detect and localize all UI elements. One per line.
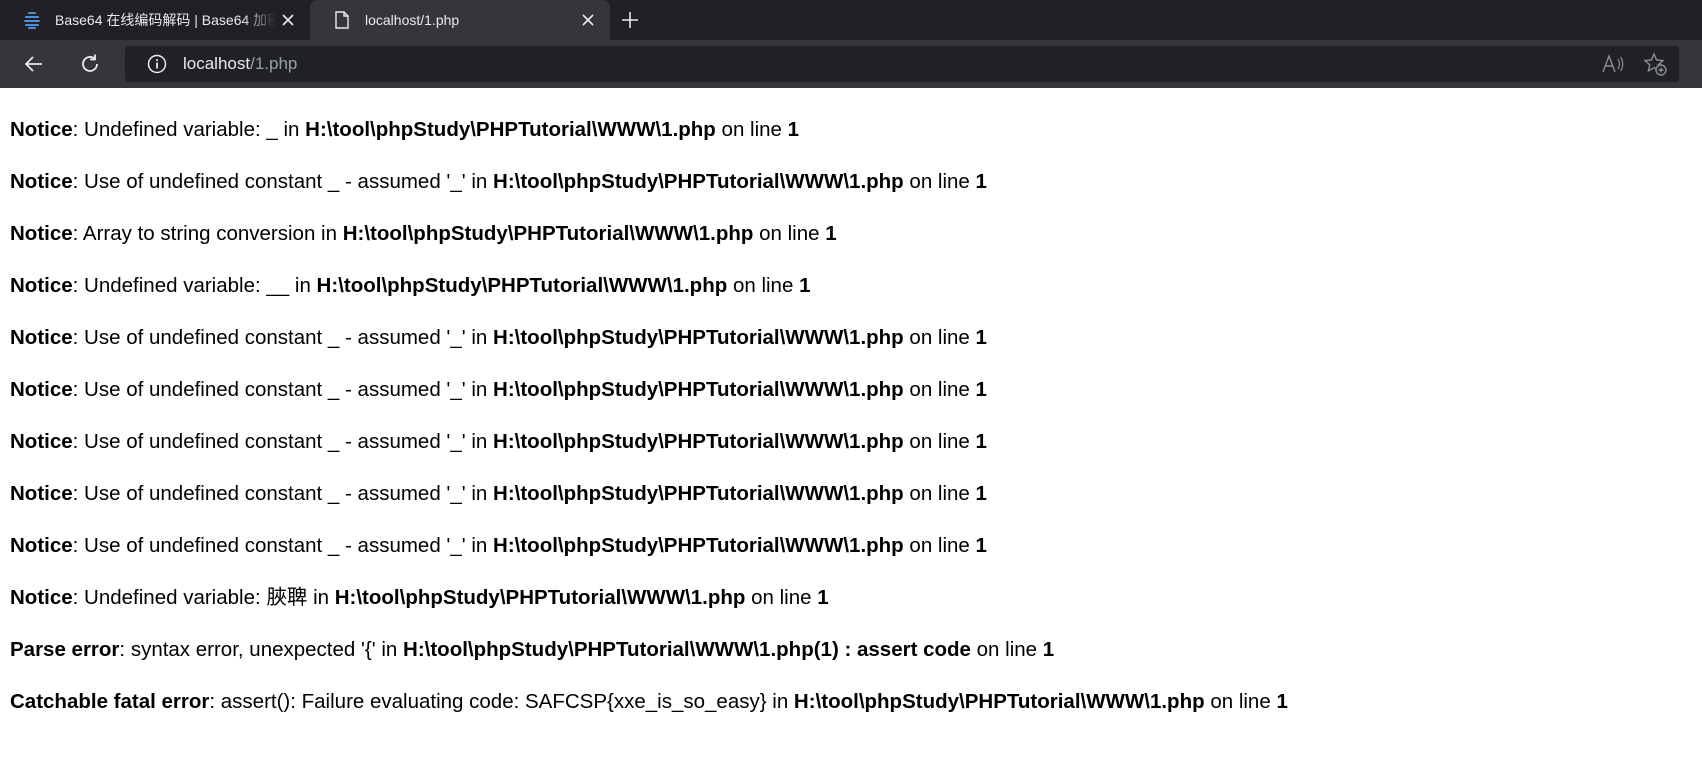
message-text: : Use of undefined constant _ - assumed … xyxy=(72,378,494,401)
php-message: Parse error: syntax error, unexpected '{… xyxy=(10,624,1690,676)
message-file: H:\tool\phpStudy\PHPTutorial\WWW\1.php xyxy=(316,274,728,297)
message-file: H:\tool\phpStudy\PHPTutorial\WWW\1.php xyxy=(493,482,904,505)
message-line-number: 1 xyxy=(975,326,987,349)
close-icon[interactable] xyxy=(576,8,600,32)
message-file: H:\tool\phpStudy\PHPTutorial\WWW\1.php xyxy=(334,586,746,609)
url-host: localhost xyxy=(183,54,251,73)
message-text: : syntax error, unexpected '{' in xyxy=(119,638,404,661)
new-tab-button[interactable] xyxy=(614,4,646,36)
message-suffix: on line xyxy=(1204,690,1277,713)
message-level: Notice xyxy=(10,170,73,193)
php-message: Notice: Use of undefined constant _ - as… xyxy=(10,416,1690,468)
message-line-number: 1 xyxy=(787,118,800,141)
reload-button[interactable] xyxy=(74,48,106,80)
message-file: H:\tool\phpStudy\PHPTutorial\WWW\1.php xyxy=(342,222,754,245)
message-suffix: on line xyxy=(903,326,976,349)
message-level: Notice xyxy=(10,534,73,557)
message-level: Notice xyxy=(10,378,73,401)
message-line-number: 1 xyxy=(975,482,987,505)
base64-site-icon xyxy=(22,10,42,30)
php-message: Notice: Use of undefined constant _ - as… xyxy=(10,468,1690,520)
add-favorite-icon[interactable] xyxy=(1637,46,1673,82)
reload-icon xyxy=(82,54,98,72)
message-level: Catchable fatal error xyxy=(10,690,210,713)
message-suffix: on line xyxy=(903,430,976,453)
message-level: Parse error xyxy=(10,638,120,661)
back-button[interactable] xyxy=(18,48,50,80)
message-text: : Use of undefined constant _ - assumed … xyxy=(72,534,494,557)
message-text: : Undefined variable: __ in xyxy=(72,274,317,297)
message-text: : Use of undefined constant _ - assumed … xyxy=(72,430,494,453)
message-line-number: 1 xyxy=(975,534,987,557)
php-message: Notice: Use of undefined constant _ - as… xyxy=(10,156,1690,208)
php-message: Notice: Undefined variable: _ in H:\tool… xyxy=(10,104,1690,156)
message-text: : Undefined variable: _ in xyxy=(72,118,306,141)
browser-toolbar: localhost/1.php xyxy=(0,40,1702,88)
message-text: : Array to string conversion in xyxy=(72,222,343,245)
message-suffix: on line xyxy=(903,534,976,557)
message-line-number: 1 xyxy=(1042,638,1055,661)
tab-title: localhost/1.php xyxy=(365,12,460,28)
php-message: Notice: Undefined variable: __ in H:\too… xyxy=(10,260,1690,312)
arrow-left-icon xyxy=(24,56,42,72)
message-line-number: 1 xyxy=(817,586,829,609)
page-content: Notice: Undefined variable: _ in H:\tool… xyxy=(10,104,1690,728)
info-icon[interactable] xyxy=(146,53,168,75)
message-line-number: 1 xyxy=(1276,690,1288,713)
message-line-number: 1 xyxy=(975,430,987,453)
php-message: Notice: Undefined variable: 脥聛 in H:\too… xyxy=(10,572,1690,624)
message-file: H:\tool\phpStudy\PHPTutorial\WWW\1.php xyxy=(305,118,716,141)
message-line-number: 1 xyxy=(975,378,987,401)
php-message: Notice: Use of undefined constant _ - as… xyxy=(10,364,1690,416)
message-line-number: 1 xyxy=(799,274,811,297)
message-suffix: on line xyxy=(753,222,826,245)
message-level: Notice xyxy=(10,222,73,245)
message-file: H:\tool\phpStudy\PHPTutorial\WWW\1.php xyxy=(493,170,904,193)
message-file: H:\tool\phpStudy\PHPTutorial\WWW\1.php xyxy=(493,430,904,453)
message-suffix: on line xyxy=(903,170,976,193)
document-icon xyxy=(332,10,352,30)
tab-localhost[interactable]: localhost/1.php xyxy=(310,0,610,40)
read-aloud-icon[interactable] xyxy=(1595,46,1631,82)
url-path: /1.php xyxy=(250,54,298,73)
message-level: Notice xyxy=(10,586,73,609)
tab-strip: Base64 在线编码解码 | Base64 加密解密 - Base64.us … xyxy=(0,0,1702,40)
message-text: : Use of undefined constant _ - assumed … xyxy=(72,326,494,349)
php-message: Notice: Use of undefined constant _ - as… xyxy=(10,312,1690,364)
message-suffix: on line xyxy=(727,274,800,297)
message-suffix: on line xyxy=(903,482,976,505)
tab-title: Base64 在线编码解码 | Base64 加密解密 - Base64.us xyxy=(55,12,276,28)
message-file: H:\tool\phpStudy\PHPTutorial\WWW\1.php xyxy=(493,326,904,349)
message-level: Notice xyxy=(10,482,73,505)
message-text: : Undefined variable: 脥聛 in xyxy=(72,586,335,609)
message-file: H:\tool\phpStudy\PHPTutorial\WWW\1.php xyxy=(493,378,904,401)
php-message: Notice: Use of undefined constant _ - as… xyxy=(10,520,1690,572)
message-suffix: on line xyxy=(903,378,976,401)
message-level: Notice xyxy=(10,430,73,453)
php-message: Notice: Array to string conversion in H:… xyxy=(10,208,1690,260)
message-suffix: on line xyxy=(745,586,818,609)
message-suffix: on line xyxy=(970,638,1043,661)
message-file: H:\tool\phpStudy\PHPTutorial\WWW\1.php xyxy=(493,534,904,557)
plus-icon xyxy=(622,12,638,28)
message-level: Notice xyxy=(10,326,73,349)
message-level: Notice xyxy=(10,118,73,141)
message-line-number: 1 xyxy=(825,222,837,245)
message-level: Notice xyxy=(10,274,73,297)
php-message: Catchable fatal error: assert(): Failure… xyxy=(10,676,1690,728)
message-line-number: 1 xyxy=(975,170,987,193)
message-file: H:\tool\phpStudy\PHPTutorial\WWW\1.php(1… xyxy=(403,638,971,661)
message-file: H:\tool\phpStudy\PHPTutorial\WWW\1.php xyxy=(793,690,1205,713)
message-text: : assert(): Failure evaluating code: SAF… xyxy=(209,690,794,713)
message-suffix: on line xyxy=(715,118,788,141)
tab-base64[interactable]: Base64 在线编码解码 | Base64 加密解密 - Base64.us xyxy=(0,0,310,40)
close-icon[interactable] xyxy=(276,8,300,32)
message-text: : Use of undefined constant _ - assumed … xyxy=(72,482,494,505)
url-text[interactable]: localhost/1.php xyxy=(183,54,297,74)
address-bar[interactable]: localhost/1.php xyxy=(125,46,1679,82)
message-text: : Use of undefined constant _ - assumed … xyxy=(72,170,494,193)
